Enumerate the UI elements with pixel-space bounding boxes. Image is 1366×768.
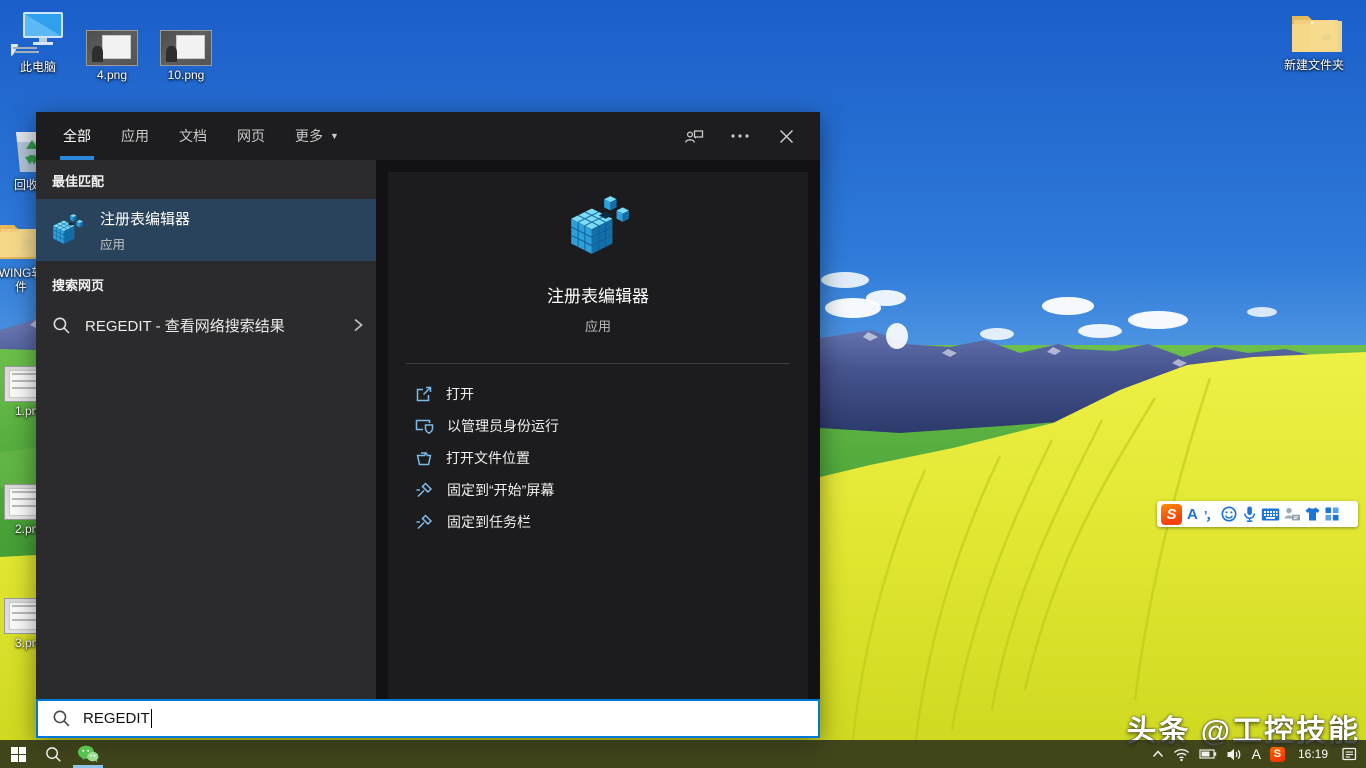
search-icon: [52, 709, 71, 728]
shield-admin-icon: [415, 417, 434, 435]
tab-all[interactable]: 全部: [60, 112, 94, 160]
preview-title: 注册表编辑器: [547, 282, 649, 307]
taskbar-wechat-button[interactable]: [70, 740, 106, 768]
result-title: 注册表编辑器: [100, 208, 190, 229]
web-result-text: REGEDIT - 查看网络搜索结果: [85, 315, 285, 336]
windows-logo-icon: [11, 747, 26, 762]
action-center-icon[interactable]: [1341, 746, 1358, 762]
best-match-result-registry-editor[interactable]: 注册表编辑器 应用: [36, 199, 376, 261]
image-thumbnail: [160, 30, 212, 66]
pin-icon: [415, 513, 434, 531]
action-open[interactable]: 打开: [415, 378, 808, 410]
search-flyout-panel: 全部 应用 文档 网页 更多▼: [36, 112, 820, 738]
keyboard-icon[interactable]: [1261, 507, 1280, 522]
web-search-header: 搜索网页: [52, 275, 376, 294]
wechat-icon: [77, 745, 99, 763]
start-button[interactable]: [0, 740, 36, 768]
feedback-icon[interactable]: [684, 126, 704, 146]
open-icon: [415, 385, 433, 403]
desktop-icon-10png[interactable]: 10.png: [150, 30, 222, 82]
wifi-icon[interactable]: [1173, 747, 1190, 762]
text-caret: [151, 709, 152, 728]
web-search-result[interactable]: REGEDIT - 查看网络搜索结果: [36, 303, 376, 347]
tab-web[interactable]: 网页: [234, 112, 268, 160]
chevron-down-icon: ▼: [330, 131, 339, 141]
close-icon[interactable]: [776, 126, 796, 146]
preview-column: 注册表编辑器 应用 打开: [376, 160, 820, 699]
desktop-icon-label: 新建文件夹: [1284, 58, 1344, 72]
punctuation-icon[interactable]: ’，: [1203, 505, 1218, 524]
chevron-right-icon[interactable]: [352, 317, 364, 333]
taskbar-search-button[interactable]: [36, 740, 70, 768]
options-icon[interactable]: [730, 126, 750, 146]
action-pin-to-taskbar[interactable]: 固定到任务栏: [415, 506, 808, 538]
file-location-icon: [415, 449, 433, 467]
tab-more[interactable]: 更多▼: [292, 112, 342, 160]
account-icon[interactable]: [1283, 506, 1301, 522]
search-icon: [52, 316, 71, 335]
volume-icon[interactable]: [1226, 747, 1243, 762]
ime-mode-letter[interactable]: A: [1185, 506, 1200, 523]
tray-expand-chevron-icon[interactable]: [1152, 749, 1164, 759]
preview-subtitle: 应用: [585, 316, 611, 335]
desktop-icon-label: 此电脑: [20, 60, 56, 74]
action-run-as-admin[interactable]: 以管理员身份运行: [415, 410, 808, 442]
skin-icon[interactable]: [1304, 506, 1321, 522]
sogou-tray-icon[interactable]: S: [1270, 747, 1285, 762]
registry-editor-icon: [50, 213, 84, 247]
search-icon: [45, 746, 62, 763]
taskbar: A S 16:19: [0, 740, 1366, 768]
search-input-value: REGEDIT: [83, 710, 150, 727]
image-thumbnail: [86, 30, 138, 66]
result-subtitle: 应用: [100, 234, 190, 253]
folder-icon: [1286, 8, 1342, 56]
tab-apps[interactable]: 应用: [118, 112, 152, 160]
preview-card: 注册表编辑器 应用 打开: [388, 172, 808, 699]
best-match-header: 最佳匹配: [52, 171, 376, 190]
desktop-screen: 此电脑 4.png 10.png 新建文件夹 回收站: [0, 0, 1366, 768]
input-method-indicator[interactable]: A: [1252, 747, 1261, 761]
emoji-icon[interactable]: [1220, 505, 1238, 523]
action-open-file-location[interactable]: 打开文件位置: [415, 442, 808, 474]
toolbox-icon[interactable]: [1324, 506, 1340, 522]
sogou-logo-icon[interactable]: S: [1161, 504, 1182, 525]
taskbar-search-input[interactable]: REGEDIT: [36, 699, 820, 738]
registry-editor-icon-large: [565, 194, 631, 260]
divider: [406, 363, 790, 364]
ime-toolbar[interactable]: S A ’，: [1157, 501, 1358, 527]
desktop-icon-4png[interactable]: 4.png: [76, 30, 148, 82]
action-list: 打开 以管理员身份运行: [388, 378, 808, 538]
battery-icon[interactable]: [1199, 747, 1217, 761]
system-tray: A S 16:19: [1152, 746, 1366, 762]
tab-documents[interactable]: 文档: [176, 112, 210, 160]
action-pin-to-start[interactable]: 固定到“开始”屏幕: [415, 474, 808, 506]
this-pc-icon: [11, 10, 65, 58]
desktop-icon-label: 4.png: [97, 68, 127, 82]
desktop-icon-new-folder[interactable]: 新建文件夹: [1274, 8, 1354, 72]
desktop-icon-this-pc[interactable]: 此电脑: [0, 10, 76, 74]
search-tabbar: 全部 应用 文档 网页 更多▼: [36, 112, 820, 160]
search-results-column: 最佳匹配 注册表编辑器 应用 搜索网页 REG: [36, 160, 376, 699]
microphone-icon[interactable]: [1241, 505, 1258, 523]
taskbar-clock[interactable]: 16:19: [1298, 747, 1328, 761]
pin-icon: [415, 481, 434, 499]
desktop-icon-label: 10.png: [168, 68, 205, 82]
